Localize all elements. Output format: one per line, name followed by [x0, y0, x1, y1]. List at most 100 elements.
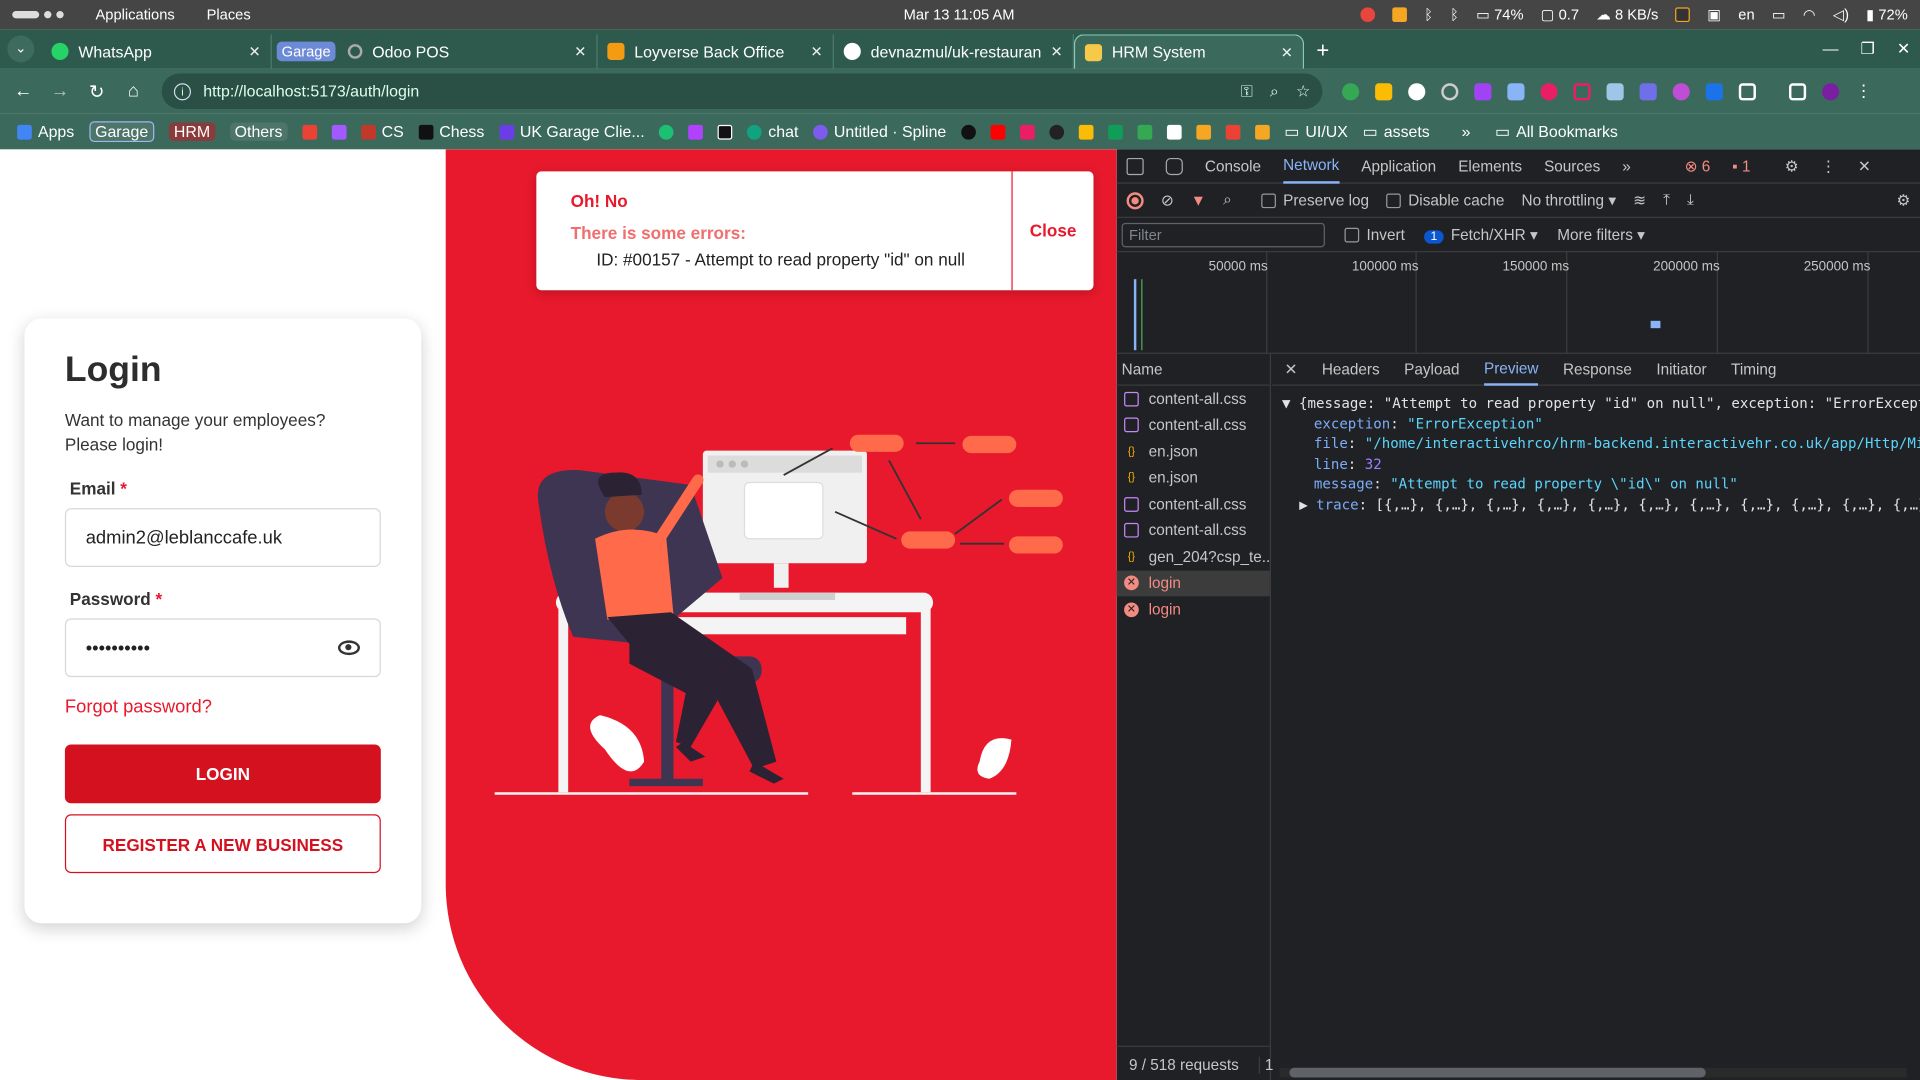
- bookmark-purple[interactable]: [688, 124, 704, 139]
- tab-timing[interactable]: Timing: [1731, 361, 1776, 378]
- tab-console[interactable]: Console: [1205, 150, 1261, 182]
- throttling-select[interactable]: No throttling ▾: [1522, 191, 1616, 209]
- close-detail-icon[interactable]: ✕: [1285, 360, 1298, 378]
- bookmark-icon-4[interactable]: [1107, 124, 1123, 139]
- bookmark-figma[interactable]: [331, 124, 347, 139]
- extension-icon[interactable]: [1672, 82, 1690, 100]
- request-row[interactable]: content-all.css: [1117, 412, 1270, 438]
- request-row[interactable]: ✕ login: [1117, 596, 1270, 622]
- extension-icon[interactable]: [1639, 82, 1657, 100]
- places-menu[interactable]: Places: [207, 6, 251, 23]
- extension-icon[interactable]: [1507, 82, 1525, 100]
- password-key-icon[interactable]: ⚿: [1241, 81, 1253, 101]
- tab-preview[interactable]: Preview: [1483, 353, 1539, 386]
- battery-icon[interactable]: ▮ 72%: [1866, 6, 1908, 23]
- bookmark-youtube[interactable]: [990, 124, 1006, 139]
- network-timeline[interactable]: 50000 ms 100000 ms 150000 ms 200000 ms 2…: [1116, 252, 1920, 354]
- minimize-icon[interactable]: —: [1823, 39, 1839, 59]
- bookmark-group-hrm[interactable]: HRM: [169, 122, 216, 141]
- preserve-log-checkbox[interactable]: Preserve log: [1261, 192, 1369, 209]
- request-row-selected[interactable]: ✕ login: [1116, 570, 1270, 597]
- scrollbar-thumb[interactable]: [1289, 1067, 1706, 1078]
- tab-payload[interactable]: Payload: [1404, 361, 1459, 378]
- extensions-puzzle-icon[interactable]: [1738, 82, 1756, 100]
- zoom-icon[interactable]: ⌕: [1270, 81, 1279, 101]
- search-icon[interactable]: ⌕: [1223, 191, 1232, 209]
- extension-icon[interactable]: [1606, 82, 1624, 100]
- profile-avatar[interactable]: [1822, 82, 1840, 100]
- forward-icon[interactable]: →: [42, 81, 79, 102]
- bluetooth-icon-2[interactable]: ᛒ: [1450, 6, 1459, 23]
- bookmark-icon-7[interactable]: [1196, 124, 1211, 139]
- bookmark-star-icon[interactable]: ☆: [1296, 81, 1310, 101]
- workspace-indicator[interactable]: [12, 11, 64, 19]
- keyboard-language[interactable]: en: [1738, 6, 1754, 23]
- bookmark-drive[interactable]: [1078, 124, 1094, 139]
- horizontal-scrollbar[interactable]: [1279, 1067, 1907, 1078]
- tab-loyverse[interactable]: Loyverse Back Office ✕: [598, 34, 834, 69]
- record-icon[interactable]: [1126, 191, 1144, 209]
- bookmark-group-others[interactable]: Others: [229, 122, 288, 141]
- bookmark-folder-uiux[interactable]: ▭ UI/UX: [1284, 122, 1348, 142]
- bookmark-icon-3[interactable]: [1049, 124, 1064, 139]
- bookmark-icon-9[interactable]: [1254, 124, 1270, 139]
- device-toolbar-icon[interactable]: [1165, 157, 1183, 175]
- tab-search-button[interactable]: ⌄: [7, 35, 35, 63]
- window-close-icon[interactable]: ✕: [1897, 39, 1910, 59]
- more-filters-dropdown[interactable]: More filters ▾: [1557, 225, 1645, 244]
- bookmark-icon-5[interactable]: [1137, 124, 1153, 139]
- tray-app-icon[interactable]: [1392, 7, 1408, 23]
- more-tabs-icon[interactable]: »: [1622, 157, 1631, 174]
- json-field-trace[interactable]: ▶ trace: [{,…}, {,…}, {,…}, {,…}, {,…}, …: [1282, 494, 1920, 514]
- wifi-icon[interactable]: ◠: [1803, 6, 1816, 23]
- forgot-password-link[interactable]: Forgot password?: [65, 697, 381, 718]
- home-icon[interactable]: ⌂: [115, 81, 152, 102]
- bookmark-cs[interactable]: CS: [360, 122, 404, 141]
- bookmark-group-garage[interactable]: Garage: [88, 121, 155, 143]
- login-button[interactable]: LOGIN: [64, 744, 381, 804]
- tab-elements[interactable]: Elements: [1458, 150, 1522, 182]
- reload-icon[interactable]: ↻: [78, 80, 115, 102]
- devtools-close-icon[interactable]: ✕: [1858, 157, 1871, 175]
- disable-cache-checkbox[interactable]: Disable cache: [1386, 192, 1504, 209]
- bookmark-apps[interactable]: Apps: [17, 122, 74, 141]
- extension-icon[interactable]: [1540, 82, 1558, 100]
- network-conditions-icon[interactable]: ≋: [1633, 191, 1646, 209]
- tab-whatsapp[interactable]: WhatsApp ✕: [42, 34, 272, 69]
- close-icon[interactable]: ✕: [1051, 43, 1063, 60]
- close-icon[interactable]: ✕: [574, 43, 586, 60]
- devtools-menu-icon[interactable]: ⋮: [1821, 157, 1836, 175]
- bookmark-hi[interactable]: [718, 124, 733, 139]
- bookmark-icon-6[interactable]: [1166, 124, 1182, 139]
- bookmark-uk-garage[interactable]: UK Garage Clie...: [499, 122, 645, 141]
- inspect-element-icon[interactable]: [1126, 157, 1144, 175]
- request-row[interactable]: content-all.css: [1117, 386, 1270, 412]
- url-field[interactable]: i http://localhost:5173/auth/login ⚿ ⌕ ☆: [161, 73, 1323, 109]
- tab-hrm-system[interactable]: HRM System ✕: [1073, 34, 1305, 69]
- close-icon[interactable]: ✕: [248, 43, 260, 60]
- request-row[interactable]: content-all.css: [1117, 491, 1270, 517]
- bookmark-spline[interactable]: Untitled · Spline: [813, 122, 946, 141]
- clipboard-icon[interactable]: ▣: [1707, 6, 1721, 23]
- applications-menu[interactable]: Applications: [96, 6, 175, 23]
- terminal-tray-icon[interactable]: [1675, 7, 1691, 23]
- filter-input[interactable]: Filter: [1121, 222, 1325, 247]
- network-settings-icon[interactable]: ⚙: [1896, 191, 1910, 209]
- bookmark-folder-assets[interactable]: ▭ assets: [1363, 122, 1430, 142]
- bookmark-gmail[interactable]: [302, 124, 317, 139]
- bookmark-chess[interactable]: Chess: [418, 122, 484, 141]
- site-info-icon[interactable]: i: [173, 82, 192, 100]
- chrome-tray-icon[interactable]: [1360, 7, 1376, 23]
- tab-github[interactable]: devnazmul/uk-restauran ✕: [834, 34, 1074, 69]
- alert-close-button[interactable]: Close: [1013, 171, 1094, 290]
- chrome-menu-icon[interactable]: ⋮: [1855, 81, 1872, 102]
- tab-initiator[interactable]: Initiator: [1656, 361, 1706, 378]
- error-badge[interactable]: ⊗ 6: [1685, 157, 1711, 175]
- maximize-icon[interactable]: ❐: [1861, 39, 1875, 59]
- export-har-icon[interactable]: ⤓: [1687, 191, 1694, 209]
- volume-icon[interactable]: ◁): [1833, 6, 1849, 23]
- screen-icon[interactable]: ▭: [1772, 6, 1786, 23]
- bookmark-icon-2[interactable]: [1019, 124, 1035, 139]
- clock[interactable]: Mar 13 11:05 AM: [904, 6, 1015, 23]
- request-row[interactable]: {} en.json: [1117, 438, 1270, 464]
